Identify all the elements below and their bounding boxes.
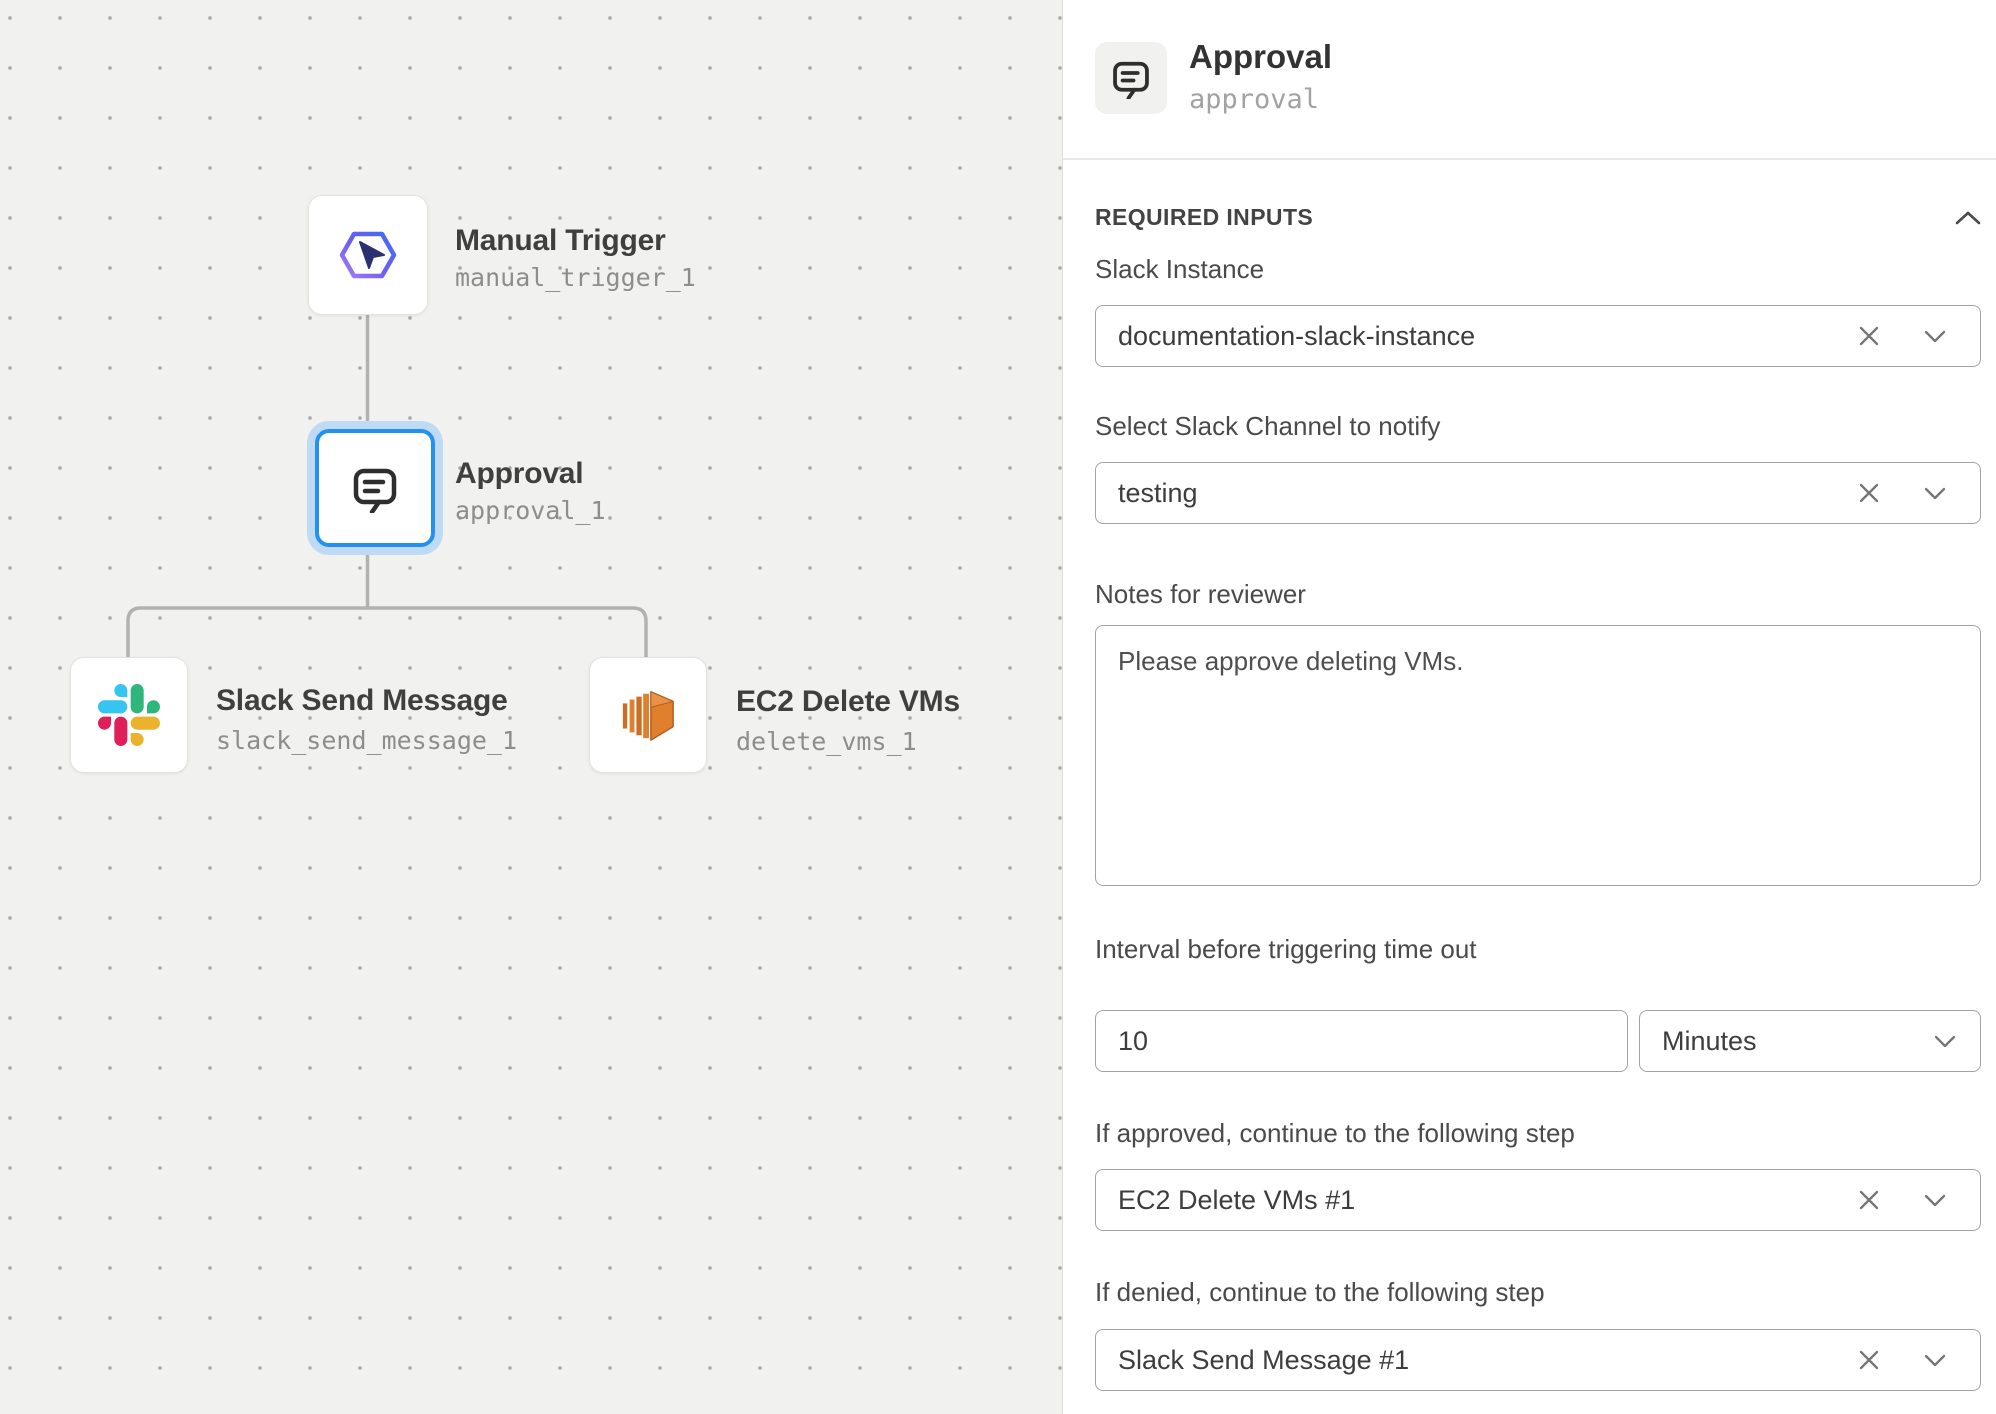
if-approved-value: EC2 Delete VMs #1 (1118, 1185, 1355, 1216)
if-denied-label: If denied, continue to the following ste… (1095, 1277, 1545, 1308)
panel-header-icon-tile (1095, 42, 1167, 114)
clear-x-icon[interactable] (1858, 1349, 1880, 1371)
panel-subtitle: approval (1189, 84, 1319, 115)
notes-textarea[interactable]: Please approve deleting VMs. (1095, 625, 1981, 886)
if-approved-label: If approved, continue to the following s… (1095, 1118, 1575, 1149)
ec2-icon (617, 686, 679, 744)
node-ec2-delete-vms[interactable] (589, 657, 707, 773)
approval-bubble-icon (1110, 57, 1152, 99)
header-divider (1063, 158, 1996, 160)
node-title-slack: Slack Send Message (216, 684, 508, 718)
interval-label: Interval before triggering time out (1095, 934, 1477, 965)
clear-x-icon[interactable] (1858, 325, 1880, 347)
if-approved-select[interactable]: EC2 Delete VMs #1 (1095, 1169, 1981, 1231)
node-id-manual-trigger: manual_trigger_1 (455, 263, 696, 292)
node-id-ec2: delete_vms_1 (736, 727, 917, 756)
node-slack-send-message[interactable] (70, 657, 188, 773)
node-manual-trigger[interactable] (308, 195, 428, 315)
required-inputs-title: REQUIRED INPUTS (1095, 204, 1313, 231)
workflow-builder-app: Manual Trigger manual_trigger_1 Approval… (0, 0, 1996, 1414)
node-title-manual-trigger: Manual Trigger (455, 224, 666, 258)
required-inputs-section-header[interactable]: REQUIRED INPUTS (1095, 200, 1981, 234)
slack-instance-label: Slack Instance (1095, 254, 1264, 285)
chevron-down-icon[interactable] (1924, 330, 1946, 343)
approval-bubble-icon (350, 463, 400, 513)
workflow-canvas[interactable]: Manual Trigger manual_trigger_1 Approval… (0, 0, 1062, 1414)
clear-x-icon[interactable] (1858, 482, 1880, 504)
inspector-panel: Approval approval REQUIRED INPUTS Slack … (1062, 0, 1996, 1414)
interval-value-input[interactable] (1095, 1010, 1628, 1072)
slack-instance-select[interactable]: documentation-slack-instance (1095, 305, 1981, 367)
manual-trigger-icon (339, 229, 397, 281)
chevron-down-icon[interactable] (1924, 1194, 1946, 1207)
node-title-approval: Approval (455, 457, 583, 491)
chevron-down-icon[interactable] (1934, 1035, 1956, 1048)
node-title-ec2: EC2 Delete VMs (736, 685, 960, 719)
slack-channel-value: testing (1118, 478, 1198, 509)
interval-unit-value: Minutes (1662, 1026, 1757, 1057)
slack-instance-value: documentation-slack-instance (1118, 321, 1475, 352)
chevron-up-icon[interactable] (1955, 210, 1981, 225)
chevron-down-icon[interactable] (1924, 1354, 1946, 1367)
panel-title: Approval (1189, 38, 1332, 76)
slack-logo-icon (98, 684, 160, 746)
slack-channel-label: Select Slack Channel to notify (1095, 411, 1440, 442)
notes-label: Notes for reviewer (1095, 579, 1306, 610)
if-denied-value: Slack Send Message #1 (1118, 1345, 1409, 1376)
node-id-slack: slack_send_message_1 (216, 726, 517, 755)
node-id-approval: approval_1 (455, 496, 606, 525)
slack-channel-select[interactable]: testing (1095, 462, 1981, 524)
chevron-down-icon[interactable] (1924, 487, 1946, 500)
if-denied-select[interactable]: Slack Send Message #1 (1095, 1329, 1981, 1391)
node-approval[interactable] (315, 429, 435, 547)
clear-x-icon[interactable] (1858, 1189, 1880, 1211)
interval-unit-select[interactable]: Minutes (1639, 1010, 1981, 1072)
